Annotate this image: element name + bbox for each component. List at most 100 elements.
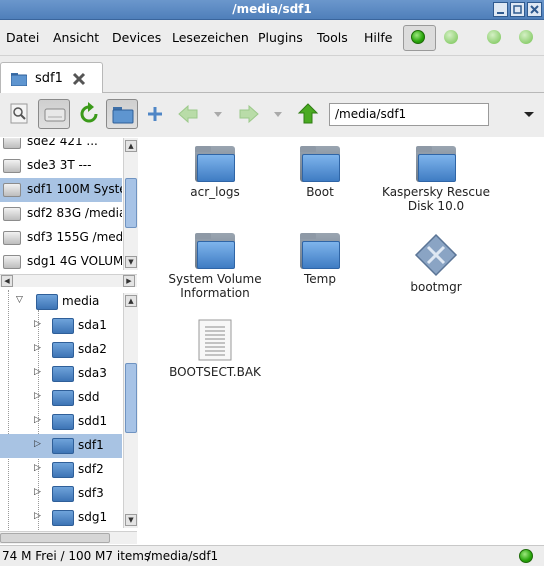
forward-button[interactable] [236, 99, 262, 129]
expander-open-icon[interactable]: ▽ [16, 295, 23, 305]
scroll-thumb[interactable] [125, 178, 137, 228]
status-led-icon[interactable] [487, 30, 501, 44]
scroll-thumb[interactable] [125, 363, 137, 433]
tree-item-sda2[interactable]: ▷ sda2 [0, 338, 122, 362]
devices-hscrollbar[interactable]: ◀ ▶ [0, 274, 137, 287]
menu-lesezeichen[interactable]: Lesezeichen [172, 30, 249, 45]
devices-scrollbar[interactable]: ▲ ▼ [123, 138, 138, 270]
tab-bar: sdf1 [0, 56, 544, 93]
folder-icon [52, 366, 74, 382]
tree-item-label: media [62, 294, 100, 308]
folder-icon [195, 233, 235, 269]
folder-icon [52, 438, 74, 454]
scroll-down-arrow[interactable]: ▼ [125, 256, 137, 268]
close-window-icon[interactable] [527, 2, 542, 17]
drive-icon [3, 183, 21, 197]
scroll-down-arrow[interactable]: ▼ [125, 514, 137, 526]
folder-icon [11, 73, 27, 86]
file-view: acr_logs Boot Kaspersky Rescue Disk 10.0 Sy… [145, 138, 544, 545]
tree-view-button[interactable] [106, 99, 138, 129]
free-space-status: 74 M Frei / 100 M7 items [2, 549, 151, 563]
menu-hilfe[interactable]: Hilfe [364, 30, 392, 45]
menu-ansicht[interactable]: Ansicht [53, 30, 99, 45]
menu-datei[interactable]: Datei [6, 30, 39, 45]
location-input[interactable]: /media/sdf1 [329, 103, 489, 126]
file-item[interactable]: System Volume Information [160, 233, 270, 300]
chevron-down-icon [274, 112, 282, 117]
tree-item-label: sda1 [78, 318, 107, 332]
expander-closed-icon[interactable]: ▷ [34, 415, 41, 425]
file-name: acr_logs [190, 185, 240, 199]
scroll-up-arrow[interactable]: ▲ [125, 295, 137, 307]
file-item[interactable]: Boot [265, 146, 375, 200]
tree-item-label: sdd [78, 390, 100, 404]
menu-tools[interactable]: Tools [317, 30, 348, 45]
expander-closed-icon[interactable]: ▷ [34, 463, 41, 473]
expander-closed-icon[interactable]: ▷ [34, 511, 41, 521]
expander-closed-icon[interactable]: ▷ [34, 319, 41, 329]
path-status: /media/sdf1 [147, 549, 219, 563]
expander-closed-icon[interactable]: ▷ [34, 439, 41, 449]
scroll-left-arrow[interactable]: ◀ [1, 275, 13, 287]
new-tab-button[interactable] [142, 99, 168, 129]
menu-plugins[interactable]: Plugins [258, 30, 303, 45]
tree-scrollbar[interactable]: ▲ ▼ [123, 293, 138, 528]
tree-item-media[interactable]: ▽ media [0, 290, 122, 314]
expander-closed-icon[interactable]: ▷ [34, 343, 41, 353]
tree-item-sda3[interactable]: ▷ sda3 [0, 362, 122, 386]
back-button[interactable] [175, 99, 201, 129]
tree-item-label: sda3 [78, 366, 107, 380]
tab-sdf1[interactable]: sdf1 [0, 62, 103, 93]
tree-item-sda1[interactable]: ▷ sda1 [0, 314, 122, 338]
minimize-icon[interactable] [493, 2, 508, 17]
title-bar: /media/sdf1 [0, 0, 544, 20]
forward-history-dropdown[interactable] [269, 99, 287, 129]
menu-devices[interactable]: Devices [112, 30, 161, 45]
file-item[interactable]: acr_logs [160, 146, 270, 200]
scroll-up-arrow[interactable]: ▲ [125, 140, 137, 152]
executable-icon [414, 233, 458, 277]
device-item[interactable]: sdg1 4G VOLUM [0, 250, 122, 270]
device-label: sdf2 83G /media [27, 206, 122, 220]
location-dropdown[interactable] [518, 99, 540, 129]
tree-item-sdf3[interactable]: ▷ sdf3 [0, 482, 122, 506]
back-history-dropdown[interactable] [209, 99, 227, 129]
tree-hscrollbar[interactable] [0, 531, 137, 544]
device-item[interactable]: sde3 3T --- [0, 154, 122, 178]
file-item[interactable]: BOOTSECT.BAK [160, 318, 270, 380]
tree-item-sdf1[interactable]: ▷ sdf1 [0, 434, 122, 458]
scroll-thumb[interactable] [0, 533, 110, 543]
device-item[interactable]: sdf3 155G /medi [0, 226, 122, 250]
device-label: sde2 421 ... [27, 138, 98, 148]
devices-button[interactable] [38, 99, 70, 129]
scroll-right-arrow[interactable]: ▶ [123, 275, 135, 287]
tree-item-sdd1[interactable]: ▷ sdd1 [0, 410, 122, 434]
search-button[interactable] [5, 99, 35, 129]
status-led-icon [519, 549, 533, 563]
maximize-icon[interactable] [510, 2, 525, 17]
device-item[interactable]: sdf1 100M Syste [0, 178, 122, 202]
expander-closed-icon[interactable]: ▷ [34, 487, 41, 497]
expander-closed-icon[interactable]: ▷ [34, 367, 41, 377]
tree-item-sdg1[interactable]: ▷ sdg1 [0, 506, 122, 530]
folder-icon [112, 107, 134, 124]
folder-icon [300, 233, 340, 269]
search-icon [10, 103, 28, 124]
expander-closed-icon[interactable]: ▷ [34, 391, 41, 401]
status-led-icon[interactable] [519, 30, 533, 44]
status-led-icon[interactable] [444, 30, 458, 44]
menu-bar: Datei Ansicht Devices Lesezeichen Plugin… [0, 20, 544, 56]
tree-item-sdf2[interactable]: ▷ sdf2 [0, 458, 122, 482]
file-item[interactable]: Kaspersky Rescue Disk 10.0 [381, 146, 491, 213]
file-item[interactable]: bootmgr [381, 233, 491, 295]
window-title: /media/sdf1 [232, 2, 312, 16]
device-item[interactable]: sde2 421 ... [0, 138, 122, 154]
tree-item-label: sdf1 [78, 438, 104, 452]
close-tab-icon[interactable] [71, 71, 87, 87]
device-item[interactable]: sdf2 83G /media [0, 202, 122, 226]
tree-item-label: sdf2 [78, 462, 104, 476]
up-button[interactable] [295, 99, 321, 129]
tree-item-sdd[interactable]: ▷ sdd [0, 386, 122, 410]
file-item[interactable]: Temp [265, 233, 375, 287]
reload-button[interactable] [74, 99, 104, 129]
